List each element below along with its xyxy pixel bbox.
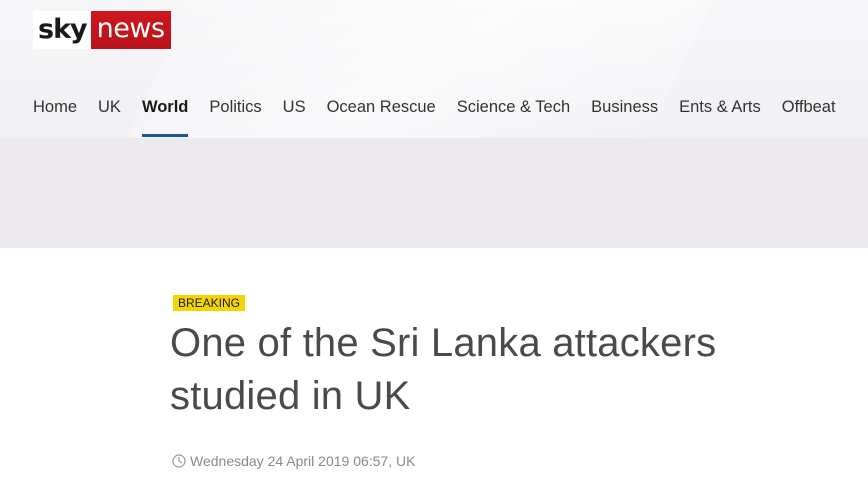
breaking-badge: BREAKING xyxy=(173,295,246,311)
nav-item-world[interactable]: World xyxy=(141,96,189,137)
nav-item-ocean-rescue[interactable]: Ocean Rescue xyxy=(327,96,436,118)
timestamp-text: Wednesday 24 April 2019 06:57, UK xyxy=(190,453,416,469)
logo-sky-text: sky xyxy=(33,11,91,49)
nav-item-offbeat[interactable]: Offbeat xyxy=(782,96,836,118)
article-timestamp: Wednesday 24 April 2019 06:57, UK xyxy=(172,452,415,470)
nav-item-ents-arts[interactable]: Ents & Arts xyxy=(679,96,761,118)
nav-item-science-tech[interactable]: Science & Tech xyxy=(457,96,570,118)
nav-item-us[interactable]: US xyxy=(283,96,306,118)
site-header: sky news Home UK World Politics US Ocean… xyxy=(0,0,868,248)
logo-news-text: news xyxy=(90,11,171,49)
clock-icon xyxy=(172,454,186,468)
article-headline: One of the Sri Lanka attackers studied i… xyxy=(170,321,717,418)
main-navigation: Home UK World Politics US Ocean Rescue S… xyxy=(33,96,857,137)
nav-item-politics[interactable]: Politics xyxy=(209,96,261,118)
sky-news-logo[interactable]: sky news xyxy=(33,11,171,49)
nav-item-home[interactable]: Home xyxy=(33,96,77,118)
nav-item-uk[interactable]: UK xyxy=(98,96,121,118)
nav-item-business[interactable]: Business xyxy=(591,96,658,118)
